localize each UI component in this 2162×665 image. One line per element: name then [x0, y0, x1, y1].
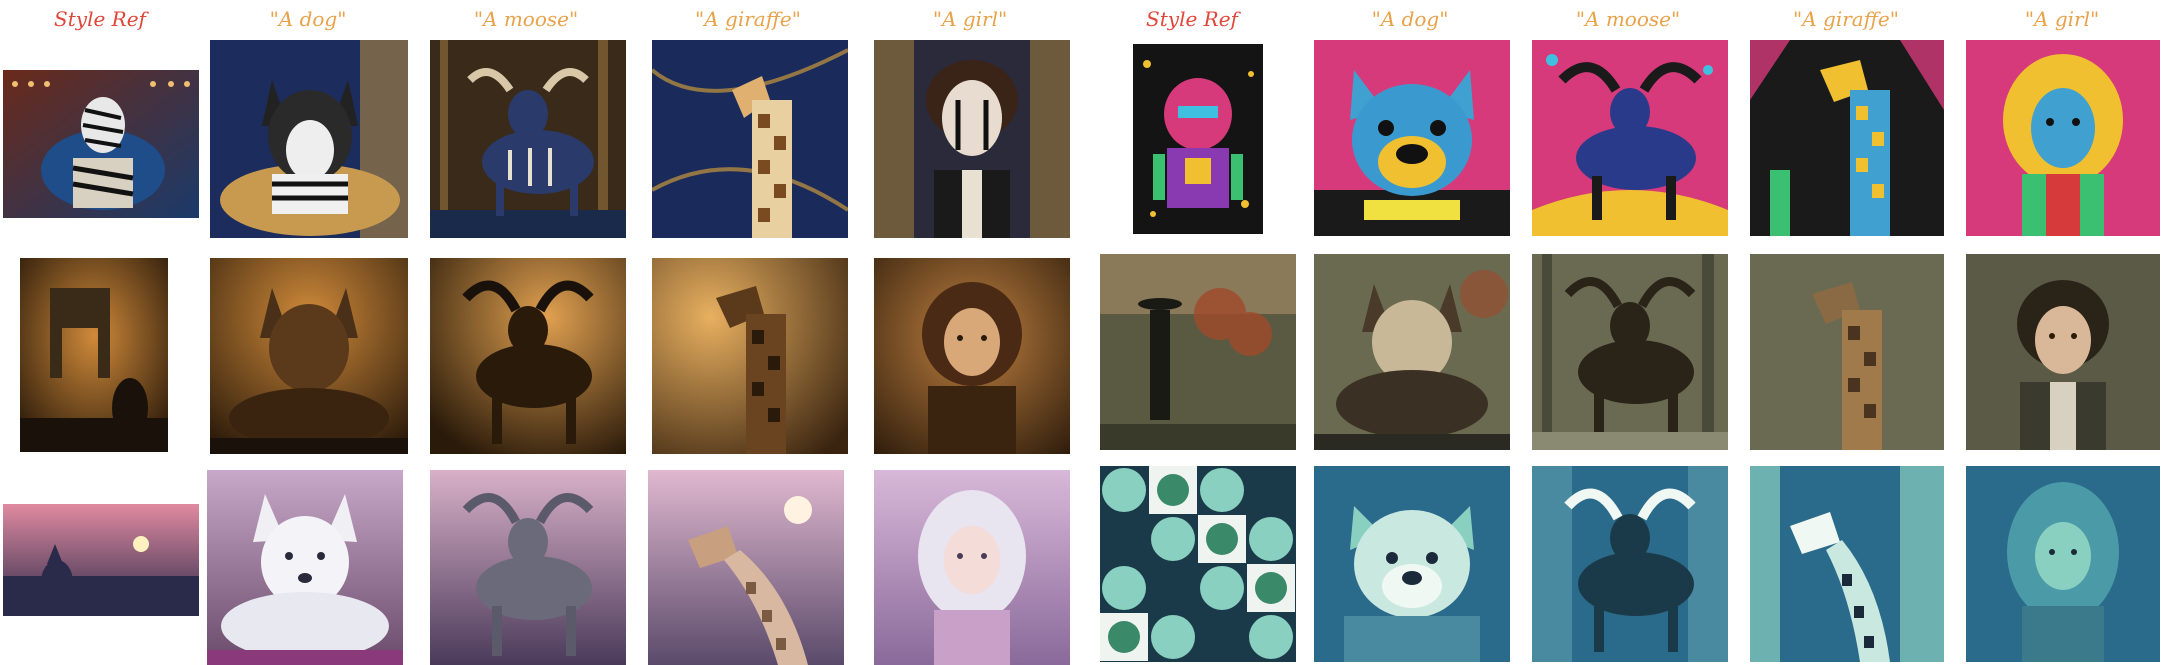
style-ref-image-robot-poster	[1133, 44, 1263, 234]
prompt-label-moose-left: "A moose"	[473, 7, 579, 31]
generated-image-girl-row3-left	[874, 470, 1070, 665]
style-ref-image-zebra	[3, 70, 199, 218]
prompt-label-dog-right: "A dog"	[1371, 7, 1449, 31]
generated-image-moose-row2-left	[430, 258, 626, 454]
prompt-label-girl-left: "A girl"	[932, 7, 1008, 31]
style-ref-label-right: Style Ref	[1146, 7, 1238, 31]
prompt-label-dog-left: "A dog"	[269, 7, 347, 31]
generated-image-girl-row3-right	[1966, 466, 2160, 662]
generated-image-dog-row2-left	[210, 258, 408, 454]
generated-image-dog-row3-right	[1314, 466, 1510, 662]
style-ref-label-left: Style Ref	[54, 7, 146, 31]
generated-image-moose-row3-left	[430, 470, 626, 665]
style-ref-image-samurai-painting	[1100, 254, 1296, 450]
generated-image-giraffe-row1-right	[1750, 40, 1944, 236]
prompt-label-moose-right: "A moose"	[1575, 7, 1681, 31]
generated-image-dog-row1-left	[210, 40, 408, 238]
generated-image-giraffe-row2-right	[1750, 254, 1944, 450]
generated-image-giraffe-row1-left	[652, 40, 848, 238]
generated-image-dog-row2-right	[1314, 254, 1510, 450]
generated-image-giraffe-row2-left	[652, 258, 848, 454]
style-ref-image-wolf-sunset	[3, 504, 199, 616]
generated-image-dog-row3-left	[207, 470, 403, 665]
generated-image-girl-row1-left	[874, 40, 1070, 238]
prompt-label-giraffe-right: "A giraffe"	[1793, 7, 1899, 31]
prompt-label-giraffe-left: "A giraffe"	[695, 7, 801, 31]
prompt-label-girl-right: "A girl"	[2024, 7, 2100, 31]
style-ref-image-geometric-pattern	[1100, 466, 1296, 662]
generated-image-giraffe-row3-right	[1750, 466, 1944, 662]
generated-image-moose-row1-left	[430, 40, 626, 238]
generated-image-dog-row1-right	[1314, 40, 1510, 236]
style-ref-image-mech-battlefield	[20, 258, 168, 452]
generated-image-girl-row2-left	[874, 258, 1070, 454]
generated-image-moose-row3-right	[1532, 466, 1728, 662]
generated-image-girl-row1-right	[1966, 40, 2160, 236]
generated-image-girl-row2-right	[1966, 254, 2160, 450]
generated-image-moose-row2-right	[1532, 254, 1728, 450]
generated-image-moose-row1-right	[1532, 40, 1728, 236]
generated-image-giraffe-row3-left	[648, 470, 844, 665]
